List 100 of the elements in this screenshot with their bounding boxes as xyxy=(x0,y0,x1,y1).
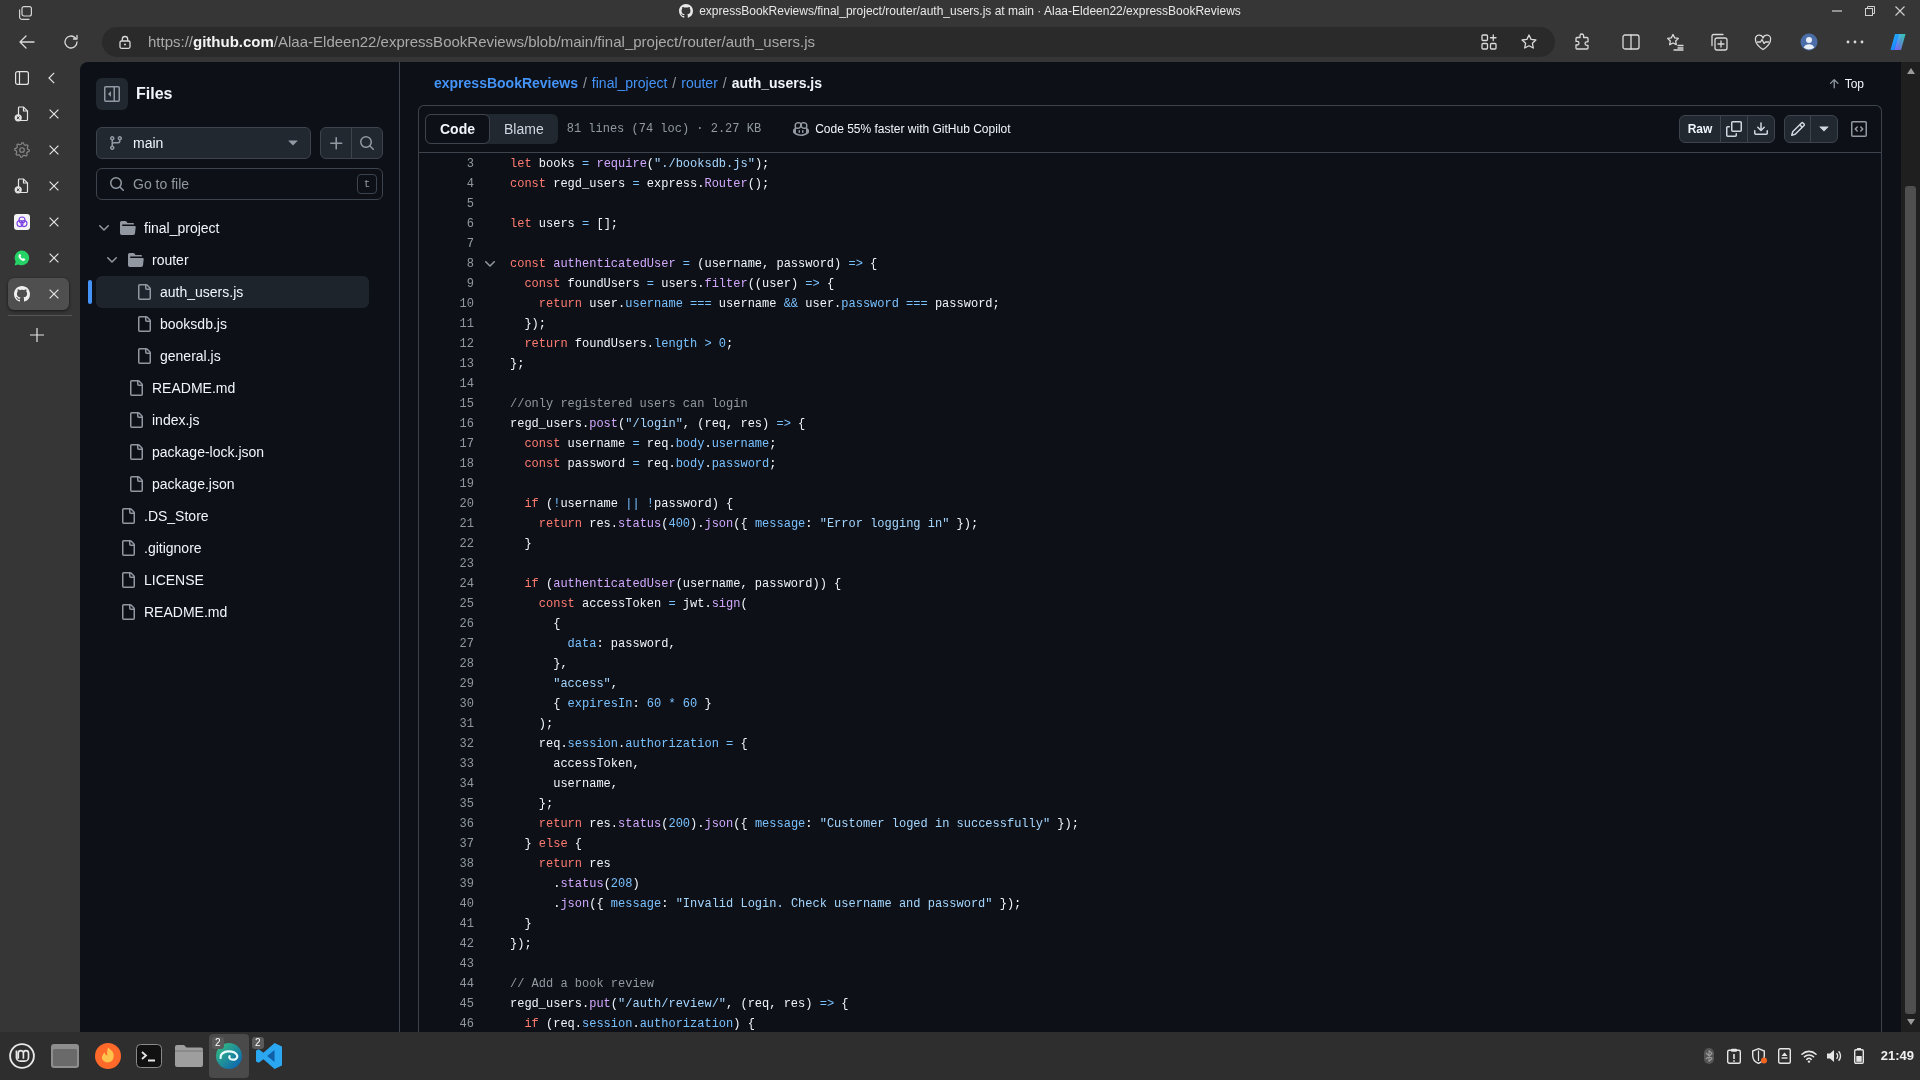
chevron-left-icon xyxy=(47,72,55,84)
star-icon[interactable] xyxy=(1521,34,1537,50)
file-tree-item[interactable]: LICENSE xyxy=(96,564,369,596)
plus-icon xyxy=(30,328,44,342)
close-icon[interactable] xyxy=(49,289,59,299)
file-icon xyxy=(128,380,144,396)
line-number: 44 xyxy=(459,976,474,993)
close-icon[interactable] xyxy=(49,217,59,227)
url-text: https://github.com/Alaa-Eldeen22/expressBookReviews/blob/main/final_project/router/auth_users.js xyxy=(148,31,815,52)
line-number: 21 xyxy=(459,516,474,533)
restore-icon xyxy=(1865,6,1875,16)
eject-document-icon xyxy=(1777,1048,1791,1064)
app-grid-icon[interactable] xyxy=(1481,34,1497,50)
panel-collapse-icon xyxy=(104,86,120,102)
line-number: 36 xyxy=(459,816,474,833)
code-line: const username = req.body.username; xyxy=(524,436,777,453)
code-line: }; xyxy=(538,796,554,813)
line-number: 39 xyxy=(459,876,474,893)
close-icon[interactable] xyxy=(49,253,59,263)
file-icon xyxy=(136,348,152,364)
close-icon[interactable] xyxy=(49,181,59,191)
file-tree-item[interactable]: README.md xyxy=(96,372,369,404)
address-bar[interactable]: https://github.com/Alaa-Eldeen22/expressBookReviews/blob/main/final_project/router/auth_users.js xyxy=(102,27,1555,57)
chevron-icon[interactable] xyxy=(107,257,117,263)
fold-chevron-icon[interactable] xyxy=(485,261,495,267)
more-dots-icon xyxy=(1846,39,1864,45)
browser-tab[interactable] xyxy=(8,278,69,310)
top-link[interactable]: Top xyxy=(1826,74,1864,93)
code-line: ); xyxy=(538,716,554,733)
line-number: 8 xyxy=(466,256,474,273)
caret-down-icon xyxy=(288,138,299,148)
close-icon[interactable] xyxy=(49,145,59,155)
file-tree-item[interactable]: package-lock.json xyxy=(96,436,369,468)
code-line: username, xyxy=(553,776,618,793)
window-title: expressBookReviews/final_project/router/auth_users.js at main · Alaa-Eldeen22/expressBookReviews xyxy=(699,4,1241,18)
file-icon xyxy=(120,540,136,556)
breadcrumb-link[interactable]: expressBookReviews xyxy=(434,73,578,94)
close-icon[interactable] xyxy=(49,109,59,119)
chevron-icon[interactable] xyxy=(99,225,109,231)
download-icon xyxy=(1753,121,1769,137)
split-screen-icon xyxy=(1622,33,1640,51)
code-line: return res.status(400).json({ message: "Error logging in" }); xyxy=(538,516,979,533)
scrollbar-thumb[interactable] xyxy=(1905,186,1916,1014)
folder-tree-item[interactable]: final_project xyxy=(96,212,369,244)
line-number: 35 xyxy=(459,796,474,813)
folder-icon xyxy=(120,220,136,236)
promo-link[interactable]: Code 55% faster with GitHub Copilot xyxy=(793,120,1011,138)
search-icon xyxy=(109,176,125,192)
line-number: 40 xyxy=(459,896,474,913)
stacked-squares-icon xyxy=(18,6,32,20)
branch-selector[interactable]: main xyxy=(96,127,312,159)
file-tree-item[interactable]: index.js xyxy=(96,404,369,436)
view-tab[interactable]: Blame xyxy=(490,114,558,144)
line-number: 30 xyxy=(459,696,474,713)
code-line: }; xyxy=(510,356,525,373)
line-number: 12 xyxy=(459,336,474,353)
view-tab[interactable]: Code xyxy=(425,114,490,144)
minimize-icon xyxy=(1832,10,1842,12)
file-tree-item[interactable]: README.md xyxy=(96,596,369,628)
code-line: } else { xyxy=(524,836,582,853)
cat-logo-icon xyxy=(14,286,30,302)
profile-avatar-icon xyxy=(1800,33,1818,51)
line-number: 28 xyxy=(459,656,474,673)
line-number: 9 xyxy=(466,276,474,293)
breadcrumb-link[interactable]: router xyxy=(681,73,718,94)
bluetooth-icon xyxy=(1703,1048,1714,1064)
shield-icon xyxy=(1751,1048,1767,1064)
code-line: const accessToken = jwt.sign( xyxy=(538,596,748,613)
line-number: 7 xyxy=(466,236,474,253)
file-icon xyxy=(120,508,136,524)
line-number: 25 xyxy=(459,596,474,613)
line-number: 14 xyxy=(459,376,474,393)
taskbar-app[interactable]: 2 xyxy=(209,1034,249,1078)
phone-bubble-icon xyxy=(14,250,30,266)
gear-icon xyxy=(14,142,30,158)
bot-face-icon xyxy=(793,121,810,137)
panel-toggle-button[interactable] xyxy=(96,78,128,110)
puzzle-icon xyxy=(1573,33,1591,51)
plus-icon xyxy=(329,136,343,150)
pencil-icon xyxy=(1789,121,1806,137)
line-number: 22 xyxy=(459,536,474,553)
line-number: 46 xyxy=(459,1016,474,1032)
file-tree-item[interactable]: booksdb.js xyxy=(96,308,369,340)
folder-tree-item[interactable]: router xyxy=(96,244,369,276)
line-number: 10 xyxy=(459,296,474,313)
file-tree-item[interactable]: general.js xyxy=(96,340,369,372)
line-number: 27 xyxy=(459,636,474,653)
file-tree-item[interactable]: .gitignore xyxy=(96,532,369,564)
star-list-icon xyxy=(1666,33,1684,51)
file-tree-item[interactable]: package.json xyxy=(96,468,369,500)
line-number: 38 xyxy=(459,856,474,873)
file-tree-item[interactable]: auth_users.js xyxy=(96,276,369,308)
line-number: 16 xyxy=(459,416,474,433)
file-tree-item[interactable]: .DS_Store xyxy=(96,500,369,532)
menu-logo-icon xyxy=(8,1043,35,1069)
current-file-name: auth_users.js xyxy=(731,74,822,93)
code-line: const regd_users = express.Router(); xyxy=(510,176,770,193)
breadcrumb-link[interactable]: final_project xyxy=(591,73,668,94)
taskbar-app[interactable]: 2 xyxy=(249,1034,289,1078)
code-line: { xyxy=(553,616,561,633)
